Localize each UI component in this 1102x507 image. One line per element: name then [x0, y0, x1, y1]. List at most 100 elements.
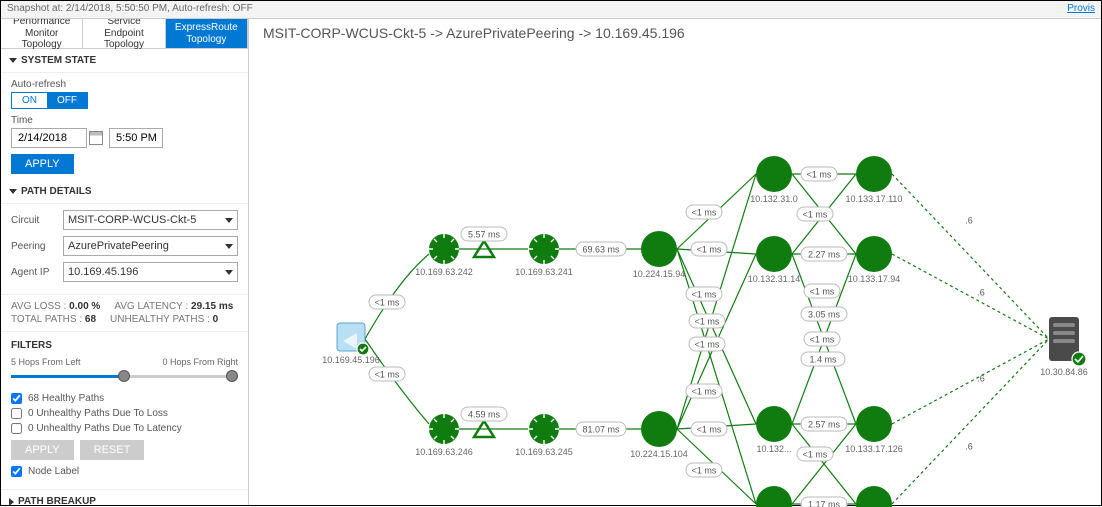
tab-expressroute[interactable]: ExpressRoute Topology [166, 19, 248, 48]
peering-label: Peering [11, 241, 57, 252]
origin-node[interactable] [337, 323, 369, 355]
slider-thumb-right[interactable] [226, 370, 238, 382]
hop-node[interactable] [756, 486, 792, 507]
caret-down-icon [9, 58, 17, 63]
router-node[interactable] [528, 413, 560, 445]
total-paths-value: 68 [85, 314, 96, 325]
toggle-off[interactable]: OFF [47, 93, 87, 108]
latency-label: <1 ms [375, 369, 400, 379]
system-state-body: Auto-refresh ON OFF Time APPLY [1, 73, 248, 180]
node-ip: 10.133.17.94 [848, 274, 901, 284]
caret-right-icon [9, 498, 14, 506]
router-node[interactable] [428, 233, 460, 265]
filters-section: FILTERS 5 Hops From Left 0 Hops From Rig… [1, 332, 248, 489]
unh-loss-label: 0 Unhealthy Paths Due To Loss [28, 408, 168, 419]
hop-node[interactable] [756, 156, 792, 192]
path-details-title: PATH DETAILS [21, 186, 92, 197]
time-input[interactable] [109, 128, 163, 148]
hop-node[interactable] [641, 231, 677, 267]
system-state-header[interactable]: SYSTEM STATE [1, 49, 248, 73]
hop-node[interactable] [641, 411, 677, 447]
unh-lat-checkbox[interactable] [11, 423, 22, 434]
latency-label: <1 ms [375, 297, 400, 307]
path-breakup-header[interactable]: PATH BREAKUP [1, 489, 248, 505]
date-input[interactable] [11, 128, 87, 148]
peering-value: AzurePrivatePeering [68, 240, 169, 252]
node-label-text: Node Label [28, 466, 79, 477]
hop-node[interactable] [756, 236, 792, 272]
hop-node[interactable] [856, 156, 892, 192]
latency-label: 2.57 ms [808, 419, 841, 429]
node-ip: 10.224.15.94 [633, 269, 686, 279]
node-label-check[interactable]: Node Label [11, 466, 238, 477]
avg-lat-label: AVG LATENCY : [114, 301, 188, 312]
circuit-label: Circuit [11, 215, 57, 226]
hop-node[interactable] [756, 406, 792, 442]
chevron-down-icon [225, 270, 233, 275]
path-details-header[interactable]: PATH DETAILS [1, 180, 248, 204]
caret-down-icon [9, 189, 17, 194]
destination-node[interactable] [1049, 317, 1086, 366]
node-ip: 10.30.84.86 [1040, 367, 1088, 377]
hops-slider[interactable] [11, 369, 238, 385]
left-hops-label: 5 Hops From Left [11, 357, 81, 367]
left-panel: Performance Monitor Topology Service End… [1, 19, 249, 505]
node-ip: 10.132.31.0 [750, 194, 798, 204]
toggle-on[interactable]: ON [12, 93, 47, 108]
router-node[interactable] [428, 413, 460, 445]
circuit-select[interactable]: MSIT-CORP-WCUS-Ckt-5 [63, 210, 238, 230]
chevron-down-icon [225, 244, 233, 249]
node-ip: 10.133.17.110 [846, 194, 903, 204]
filter-reset-button[interactable]: RESET [80, 440, 145, 460]
node-ip: 10.132... [756, 444, 791, 454]
auto-refresh-toggle[interactable]: ON OFF [11, 92, 88, 109]
unhealthy-label: UNHEALTHY PATHS : [110, 314, 210, 325]
latency-label: 81.07 ms [582, 424, 620, 434]
node-ip: 10.169.45.196 [322, 355, 380, 365]
node-ip: 10.169.63.245 [515, 447, 573, 457]
hop-node[interactable] [856, 406, 892, 442]
avg-loss-value: 0.00 % [69, 301, 100, 312]
latency-label: <1 ms [695, 316, 720, 326]
provis-link[interactable]: Provis [1067, 3, 1095, 16]
unh-lat-check[interactable]: 0 Unhealthy Paths Due To Latency [11, 423, 238, 434]
filters-title: FILTERS [11, 340, 238, 351]
healthy-checkbox[interactable] [11, 393, 22, 404]
healthy-check[interactable]: 68 Healthy Paths [11, 393, 238, 404]
peering-select[interactable]: AzurePrivatePeering [63, 236, 238, 256]
latency-label: <1 ms [692, 465, 717, 475]
latency-label: 4.59 ms [468, 409, 501, 419]
edge-label: .6 [965, 215, 973, 225]
latency-label: <1 ms [810, 286, 835, 296]
tab-service-endpoint[interactable]: Service Endpoint Topology [83, 19, 165, 48]
node-ip: 10.224.15.104 [630, 449, 688, 459]
filter-apply-button[interactable]: APPLY [11, 440, 74, 460]
latency-label: <1 ms [697, 424, 722, 434]
avg-loss-label: AVG LOSS : [11, 301, 66, 312]
main-pane: MSIT-CORP-WCUS-Ckt-5 -> AzurePrivatePeer… [249, 19, 1101, 505]
apply-time-button[interactable]: APPLY [11, 154, 74, 174]
agent-label: Agent IP [11, 267, 57, 278]
unh-loss-check[interactable]: 0 Unhealthy Paths Due To Loss [11, 408, 238, 419]
agent-select[interactable]: 10.169.45.196 [63, 262, 238, 282]
latency-label: 2.27 ms [808, 249, 841, 259]
hop-node[interactable] [856, 236, 892, 272]
router-node[interactable] [528, 233, 560, 265]
snapshot-text: Snapshot at: 2/14/2018, 5:50:50 PM, Auto… [7, 3, 253, 16]
latency-label: <1 ms [695, 339, 720, 349]
right-hops-label: 0 Hops From Right [162, 357, 238, 367]
topology-graph[interactable]: <1 ms <1 ms 10.169.63.242 5.57 ms 10.169… [249, 49, 1102, 507]
latency-label: <1 ms [803, 449, 828, 459]
healthy-check-label: 68 Healthy Paths [28, 393, 104, 404]
tab-perf-monitor[interactable]: Performance Monitor Topology [1, 19, 83, 48]
node-label-checkbox[interactable] [11, 466, 22, 477]
node-ip: 10.133.17.126 [845, 444, 903, 454]
calendar-icon[interactable] [89, 131, 103, 145]
latency-label: 69.63 ms [582, 244, 620, 254]
node-ip: 10.169.63.246 [415, 447, 473, 457]
unh-loss-checkbox[interactable] [11, 408, 22, 419]
total-paths-label: TOTAL PATHS : [11, 314, 82, 325]
hop-node[interactable] [856, 486, 892, 507]
latency-label: <1 ms [697, 244, 722, 254]
slider-thumb-left[interactable] [118, 370, 130, 382]
